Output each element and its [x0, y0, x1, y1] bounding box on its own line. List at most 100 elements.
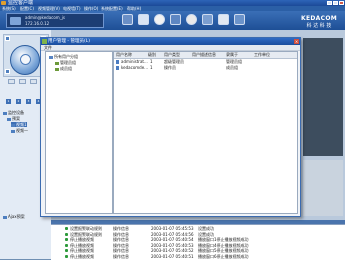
- dialog-title-bar: 用户管理 - 管理员(L) ×: [41, 38, 300, 45]
- tree-item[interactable]: 预案: [7, 116, 20, 121]
- log-row[interactable]: 停止播放视频 操作信息 2003-01-07 05:40:53 播放窗口4停止播放视频…: [51, 243, 345, 248]
- group-icon: [49, 55, 53, 59]
- user-list-header: 用户名称 级别 用户类型 用户描述信息 隶属于 工作单位: [114, 52, 297, 59]
- brand-logo: KEDACOM 科 达 科 技: [301, 15, 337, 29]
- col-header[interactable]: 用户名称: [116, 52, 132, 58]
- group-icon: [55, 61, 59, 65]
- plan-icon: [3, 215, 7, 219]
- log-cell: 2003-01-07 05:40:54: [151, 237, 194, 242]
- tree-item[interactable]: 监控设备: [3, 110, 24, 115]
- tree-item[interactable]: 视频一: [11, 128, 28, 133]
- log-cell: 播放窗口6停止播放视频成功: [198, 253, 249, 259]
- monitor-icon[interactable]: [138, 14, 149, 25]
- success-check-icon: [65, 243, 68, 247]
- map-icon[interactable]: [170, 14, 181, 25]
- log-cell: 2003-01-07 05:40:52: [151, 248, 194, 253]
- success-check-icon: [65, 254, 68, 258]
- col-header[interactable]: 级别: [148, 52, 156, 58]
- iris-button[interactable]: [30, 79, 37, 84]
- log-cell: 停止播放视频: [70, 248, 94, 253]
- log-row[interactable]: 设置报警联动规则 操作信息 2003-01-07 05:45:53 设置成功: [51, 226, 345, 231]
- camera-icon: [11, 129, 15, 133]
- plan-item[interactable]: Ajax预案: [3, 214, 25, 219]
- log-cell: 设置报警联动规则: [70, 231, 102, 237]
- log-cell: 2003-01-07 05:40:53: [151, 242, 194, 248]
- ptz-aux-button[interactable]: [5, 36, 10, 41]
- tree-node-all-groups[interactable]: 所有用户分组: [49, 54, 78, 59]
- log-cell: 播放窗口5停止播放视频成功: [198, 248, 249, 253]
- user-icon: [116, 60, 119, 64]
- layout-icon[interactable]: [234, 14, 245, 25]
- zoom-in-button[interactable]: [8, 79, 15, 84]
- success-check-icon: [65, 249, 68, 252]
- log-cell: 操作信息: [113, 248, 129, 253]
- tree-item-selected[interactable]: 视频1: [11, 122, 27, 127]
- brand-name-en: KEDACOM: [301, 15, 337, 22]
- log-cell: 停止播放视频: [70, 242, 94, 248]
- log-cell: 操作信息: [113, 231, 129, 237]
- log-row[interactable]: 停止播放视频 操作信息 2003-01-07 05:40:54 播放窗口1停止播放视频…: [51, 237, 345, 242]
- app-icon: [1, 1, 6, 5]
- toolbar: admin@kedacom_js 172.16.0.12 KEDACOM 科 达…: [0, 11, 345, 30]
- col-header[interactable]: 隶属于: [226, 52, 238, 58]
- log-row[interactable]: 设置报警联动规则 操作信息 2003-01-07 05:44:56 设置成功: [51, 232, 345, 237]
- tree-node-member-group[interactable]: 成员组: [55, 66, 72, 71]
- tree-node-admin-group[interactable]: 管理员组: [55, 60, 76, 65]
- log-row[interactable]: 停止播放视频 操作信息 2003-01-07 05:40:52 播放窗口5停止播放视频…: [51, 248, 345, 253]
- user-row[interactable]: kedacomde... 1 操作员 成员组: [114, 65, 297, 71]
- preset-1-button[interactable]: 1: [6, 99, 11, 104]
- group-tree: 所有用户分组 管理员组 成员组: [45, 51, 113, 214]
- maximize-icon[interactable]: [333, 1, 338, 5]
- close-icon[interactable]: [339, 1, 344, 5]
- col-header[interactable]: 工作单位: [254, 52, 270, 58]
- log-cell: 设置成功: [198, 226, 214, 231]
- server-ip: 172.16.0.12: [25, 21, 50, 26]
- video-window[interactable]: [303, 160, 343, 216]
- ptz-center-button[interactable]: [20, 54, 31, 65]
- group-icon: [55, 67, 59, 71]
- log-cell: 操作信息: [113, 226, 129, 231]
- dialog-title: 用户管理 - 管理员(L): [48, 39, 91, 44]
- brand-name-cn: 科 达 科 技: [306, 23, 332, 29]
- users-icon: [42, 39, 47, 44]
- log-table: 设置报警联动规则 操作信息 2003-01-07 05:45:53 设置成功 设置报警联…: [51, 224, 345, 260]
- user-info-panel: admin@kedacom_js 172.16.0.12: [6, 13, 104, 28]
- success-check-icon: [65, 238, 68, 241]
- log-cell: 停止播放视频: [70, 253, 94, 259]
- log-cell: 操作信息: [113, 237, 129, 242]
- focus-button[interactable]: [19, 79, 26, 84]
- log-cell: 2003-01-07 05:44:56: [151, 231, 194, 237]
- success-check-icon: [65, 232, 68, 236]
- log-cell: 操作信息: [113, 253, 129, 259]
- dialog-close-button[interactable]: ×: [294, 39, 299, 44]
- preset-2-button[interactable]: 2: [16, 99, 21, 104]
- camera-icon: [11, 123, 15, 127]
- user-name: admin@kedacom_js: [25, 15, 65, 20]
- settings-icon[interactable]: [218, 14, 229, 25]
- user-icon: [116, 66, 119, 70]
- log-cell: 播放窗口1停止播放视频成功: [198, 237, 249, 242]
- user-management-dialog: 用户管理 - 管理员(L) × 文件 所有用户分组 管理员组 成员组 用户名称 …: [40, 37, 301, 217]
- user-list: 用户名称 级别 用户类型 用户描述信息 隶属于 工作单位 administrat…: [113, 51, 298, 214]
- log-cell: 2003-01-07 05:45:53: [151, 226, 194, 231]
- log-cell: 2003-01-07 05:40:51: [151, 253, 194, 259]
- folder-icon: [3, 111, 7, 115]
- record-icon[interactable]: [186, 14, 197, 25]
- col-header[interactable]: 用户类型: [164, 52, 180, 58]
- log-cell: 播放窗口4停止播放视频成功: [198, 242, 249, 248]
- log-cell: 设置报警联动规则: [70, 226, 102, 231]
- col-header[interactable]: 用户描述信息: [192, 52, 216, 58]
- folder-icon: [7, 117, 11, 121]
- success-check-icon: [65, 227, 68, 230]
- dialog-menu-file[interactable]: 文件: [44, 45, 52, 50]
- log-cell: 停止播放视频: [70, 237, 94, 242]
- preset-3-button[interactable]: 3: [26, 99, 31, 104]
- alarm-icon[interactable]: [202, 14, 213, 25]
- search-icon[interactable]: [154, 14, 165, 25]
- user-avatar-icon: [10, 17, 21, 25]
- video-window[interactable]: [303, 38, 343, 156]
- ptz-aux-button[interactable]: [5, 69, 10, 74]
- minimize-icon[interactable]: [327, 1, 332, 5]
- tv-wall-icon[interactable]: [122, 14, 133, 25]
- log-row[interactable]: 停止播放视频 操作信息 2003-01-07 05:40:51 播放窗口6停止播放视频…: [51, 254, 345, 259]
